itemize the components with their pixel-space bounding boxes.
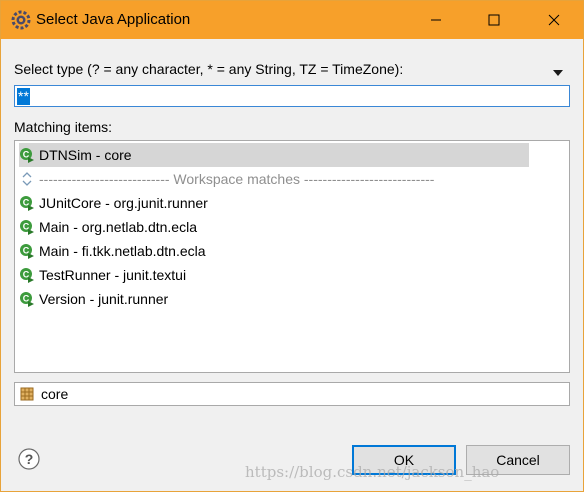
list-separator: ---------------------------- Workspace m… — [19, 167, 529, 191]
close-icon — [548, 14, 560, 26]
java-class-run-icon: C — [20, 292, 34, 307]
title-bar[interactable]: Select Java Application — [1, 1, 583, 39]
java-class-run-icon: C — [20, 148, 34, 163]
close-button[interactable] — [531, 1, 577, 39]
separator-label: ---------------------------- Workspace m… — [39, 171, 435, 187]
filter-input-value: ** — [17, 88, 30, 105]
minimize-button[interactable] — [413, 1, 459, 39]
cancel-button[interactable]: Cancel — [466, 445, 570, 475]
expand-collapse-icon[interactable] — [19, 171, 35, 187]
list-item[interactable]: C Main - org.netlab.dtn.ecla — [19, 215, 529, 239]
list-item-label: Main - fi.tkk.netlab.dtn.ecla — [39, 243, 206, 259]
java-class-run-icon: C — [20, 268, 34, 283]
list-item-label: Main - org.netlab.dtn.ecla — [39, 219, 197, 235]
ok-button[interactable]: OK — [352, 445, 456, 475]
dialog-window: Select Java Application Select type (? =… — [0, 0, 584, 492]
java-class-run-icon: C — [20, 196, 34, 211]
cancel-button-label: Cancel — [496, 452, 540, 468]
filter-label: Select type (? = any character, * = any … — [14, 61, 404, 77]
list-item-label: TestRunner - junit.textui — [39, 267, 187, 283]
list-item-label: DTNSim - core — [39, 147, 132, 163]
list-item[interactable]: C Version - junit.runner — [19, 287, 529, 311]
details-pane: core — [14, 382, 570, 406]
svg-text:?: ? — [25, 451, 34, 467]
matching-items-list[interactable]: C DTNSim - core ------------------------… — [14, 140, 570, 373]
maximize-icon — [488, 14, 500, 26]
minimize-icon — [431, 19, 441, 21]
list-item-label: Version - junit.runner — [39, 291, 169, 307]
list-item[interactable]: C TestRunner - junit.textui — [19, 263, 529, 287]
details-text: core — [41, 386, 69, 402]
list-item-label: JUnitCore - org.junit.runner — [39, 195, 208, 211]
eclipse-gear-icon — [11, 10, 31, 30]
maximize-button[interactable] — [471, 1, 517, 39]
package-icon — [20, 387, 34, 401]
java-class-run-icon: C — [20, 244, 34, 259]
matching-items-label: Matching items: — [14, 119, 113, 135]
window-title: Select Java Application — [36, 11, 191, 28]
list-item[interactable]: C DTNSim - core — [19, 143, 529, 167]
ok-button-label: OK — [393, 452, 415, 468]
filter-input[interactable]: ** — [14, 85, 570, 107]
java-class-run-icon: C — [20, 220, 34, 235]
list-item[interactable]: C Main - fi.tkk.netlab.dtn.ecla — [19, 239, 529, 263]
list-item[interactable]: C JUnitCore - org.junit.runner — [19, 191, 529, 215]
help-icon[interactable]: ? — [18, 448, 40, 470]
chevron-down-icon[interactable] — [552, 64, 564, 80]
